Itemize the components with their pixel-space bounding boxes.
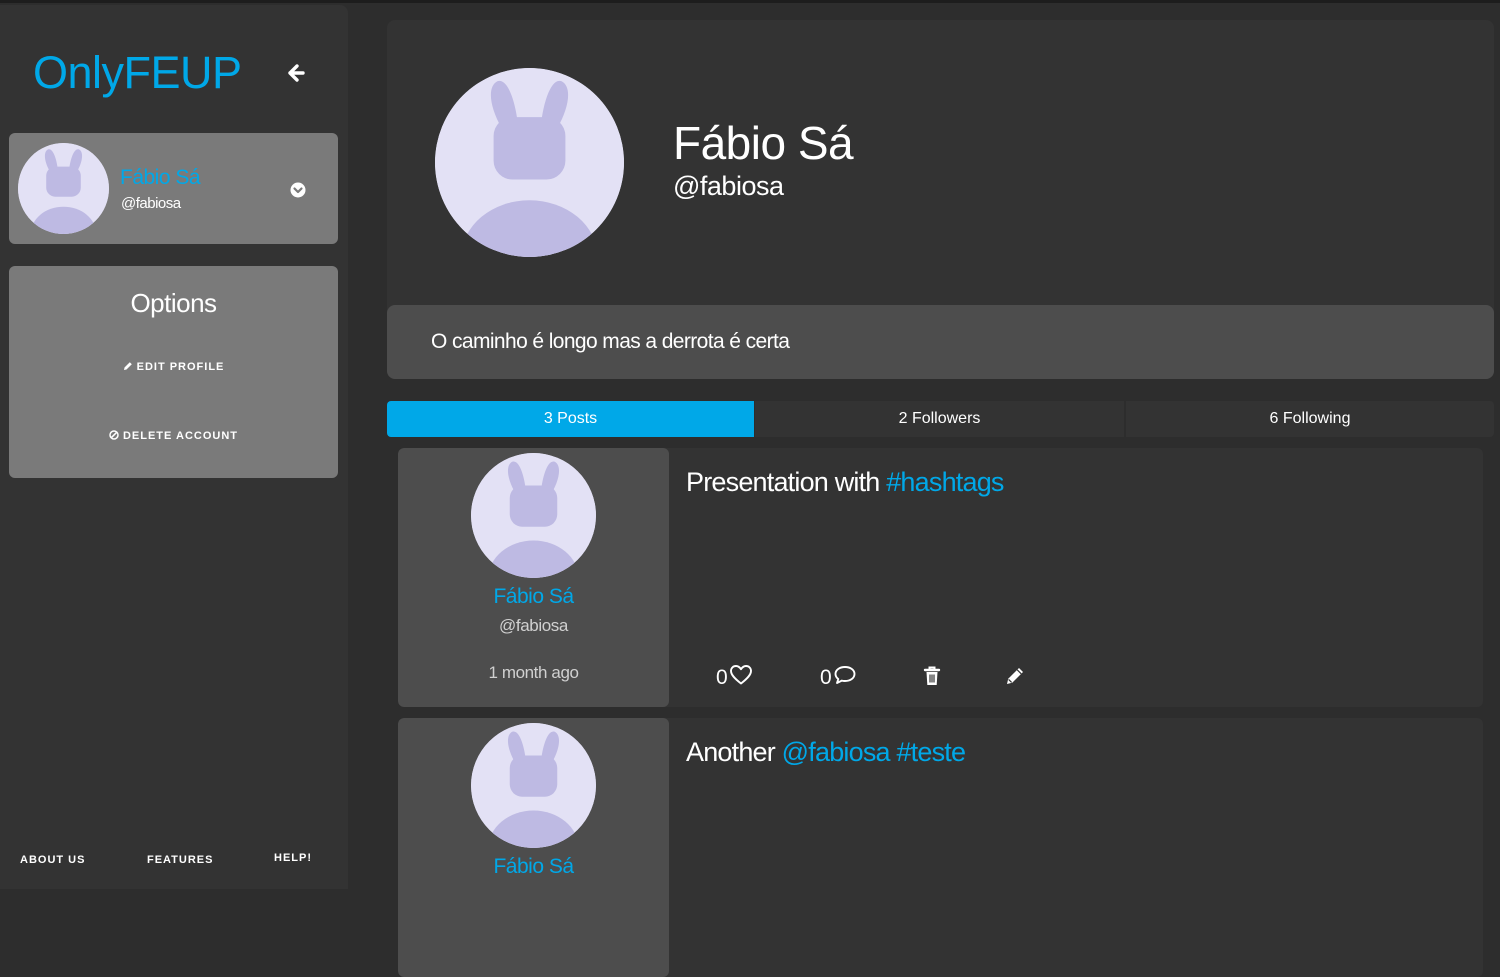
profile-handle: @fabiosa — [673, 171, 784, 201]
edit-profile-button[interactable]: EDIT PROFILE — [9, 361, 338, 373]
pencil-icon — [123, 361, 137, 373]
hashtag-link[interactable]: #teste — [896, 737, 966, 767]
post-author-name[interactable]: Fábio Sá — [398, 585, 669, 609]
profile-name: Fábio Sá — [673, 117, 854, 169]
help-link[interactable]: HELP! — [274, 852, 312, 864]
features-link[interactable]: FEATURES — [147, 854, 213, 866]
post-card: Fábio Sá Another @fabiosa #teste — [398, 718, 1483, 977]
brand-logo[interactable]: OnlyFEUP — [33, 47, 242, 99]
options-title: Options — [130, 288, 217, 318]
profile-bio: O caminho é longo mas a derrota é certa — [431, 330, 790, 353]
about-us-link[interactable]: ABOUT US — [20, 854, 85, 866]
like-count: 0 — [716, 666, 728, 689]
ban-icon — [109, 430, 123, 442]
comment-count: 0 — [820, 666, 832, 689]
post-author-name[interactable]: Fábio Sá — [398, 855, 669, 879]
top-border — [0, 0, 1500, 3]
heart-icon — [728, 664, 753, 692]
edit-profile-label: EDIT PROFILE — [136, 361, 225, 373]
delete-account-label: DELETE ACCOUNT — [122, 430, 239, 442]
post-author-avatar[interactable] — [471, 723, 596, 848]
like-button[interactable]: 0 — [716, 664, 753, 692]
tab-posts[interactable]: 3 Posts — [387, 401, 754, 437]
sidebar: OnlyFEUP Fábio Sá @fabiosa Options EDIT … — [0, 5, 348, 889]
post-author-panel: Fábio Sá @fabiosa 1 month ago — [398, 448, 669, 707]
options-panel: Options EDIT PROFILE DELETE ACCOUNT — [9, 266, 338, 478]
avatar — [18, 143, 109, 234]
user-handle: @fabiosa — [121, 195, 181, 212]
delete-account-button[interactable]: DELETE ACCOUNT — [9, 430, 338, 442]
tab-followers[interactable]: 2 Followers — [755, 401, 1124, 437]
tab-following[interactable]: 6 Following — [1126, 401, 1494, 437]
post-text: Another — [686, 737, 782, 767]
post-timestamp: 1 month ago — [488, 663, 579, 682]
user-card[interactable]: Fábio Sá @fabiosa — [9, 133, 338, 244]
profile-avatar — [435, 68, 624, 257]
post-text: Presentation with — [686, 467, 887, 497]
bio-bar: O caminho é longo mas a derrota é certa — [387, 305, 1494, 379]
profile-tabs: 3 Posts 2 Followers 6 Following — [387, 401, 1494, 437]
comment-icon — [832, 664, 857, 692]
post-card: Fábio Sá @fabiosa 1 month ago Presentati… — [398, 448, 1483, 707]
post-author-panel: Fábio Sá — [398, 718, 669, 977]
post-author-avatar[interactable] — [471, 453, 596, 578]
trash-icon[interactable] — [922, 665, 942, 687]
arrow-left-icon[interactable] — [284, 61, 308, 85]
mention-link[interactable]: @fabiosa — [782, 737, 891, 767]
user-name[interactable]: Fábio Sá — [120, 166, 201, 190]
hashtag-link[interactable]: #hashtags — [886, 467, 1004, 497]
chevron-circle-down-icon[interactable] — [290, 182, 306, 198]
post-content: Another @fabiosa #teste — [686, 737, 966, 768]
profile-header: Fábio Sá @fabiosa O caminho é longo mas … — [387, 20, 1494, 379]
comment-button[interactable]: 0 — [820, 664, 857, 692]
edit-pencil-icon[interactable] — [1004, 665, 1026, 687]
post-content: Presentation with #hashtags — [686, 467, 1004, 498]
post-author-handle: @fabiosa — [499, 616, 568, 635]
